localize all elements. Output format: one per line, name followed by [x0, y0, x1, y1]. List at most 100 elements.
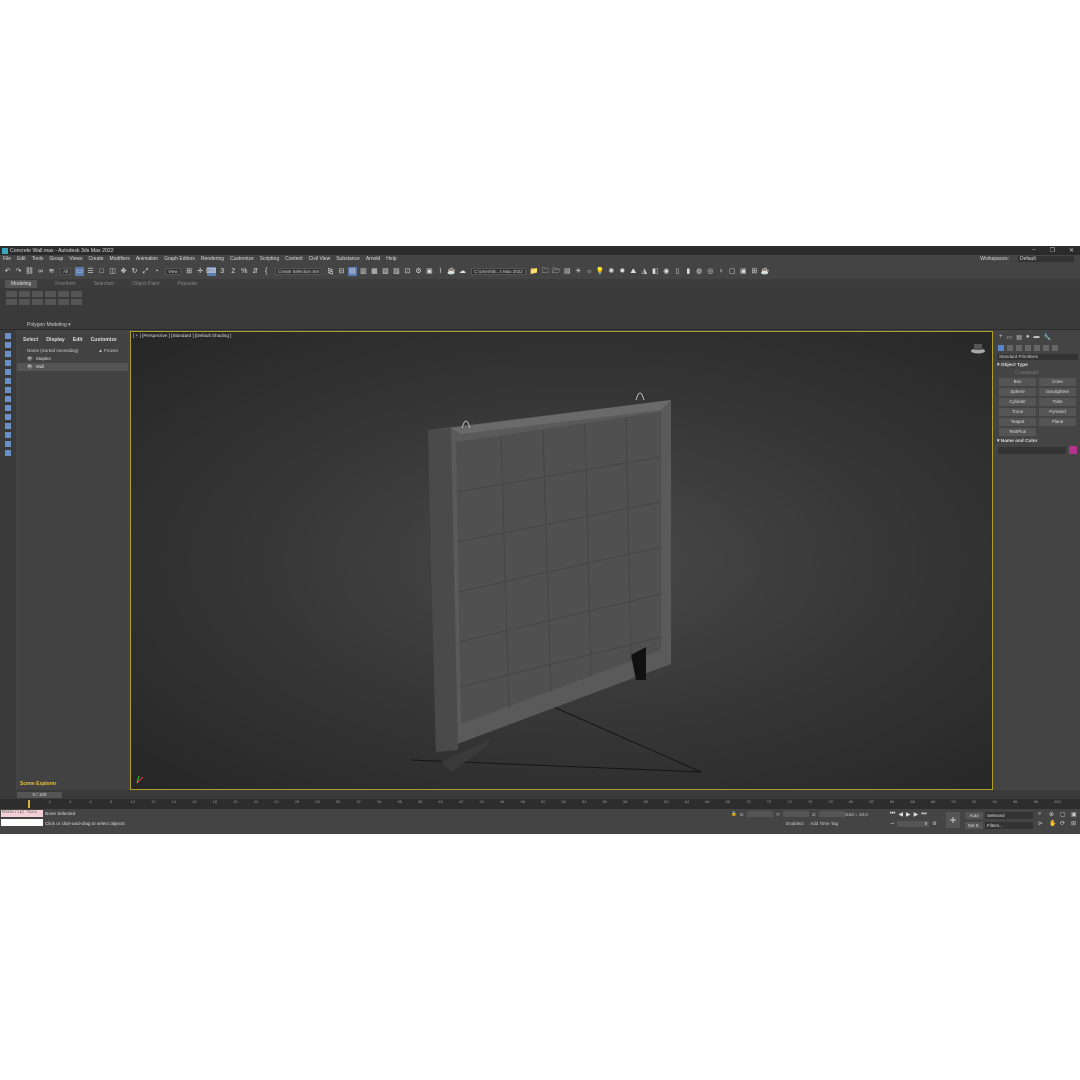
keyboard-shortcut-override-icon[interactable]: ⌨	[206, 266, 216, 276]
link-icon[interactable]: ⛓	[25, 267, 34, 276]
auto-key-button[interactable]: Auto	[965, 812, 983, 819]
zoom-all-icon[interactable]: ⊕	[1049, 811, 1058, 818]
menu-views[interactable]: Views	[69, 256, 82, 262]
render-production-icon[interactable]: ⌇	[436, 267, 445, 276]
select-manipulate-icon[interactable]: ✛	[196, 267, 205, 276]
rotate-icon[interactable]: ↻	[130, 267, 139, 276]
menu-modifiers[interactable]: Modifiers	[110, 256, 130, 262]
teapot-button[interactable]: Teapot	[999, 418, 1036, 426]
strip-icon[interactable]	[5, 396, 11, 402]
object-color-swatch[interactable]	[1069, 446, 1077, 454]
spinner-snap-icon[interactable]: ⇵	[251, 267, 260, 276]
arnold-atmosphere-icon[interactable]: ⛰	[629, 267, 638, 276]
selection-filter-dropdown[interactable]: All	[60, 267, 72, 275]
ribbon-tool-button[interactable]	[19, 299, 30, 305]
reference-coordinate-dropdown[interactable]: View	[165, 267, 181, 275]
set-key-icon[interactable]: +	[946, 812, 960, 828]
strip-icon[interactable]	[5, 432, 11, 438]
tube-button[interactable]: Tube	[1039, 398, 1076, 406]
close-button[interactable]: ✕	[1069, 247, 1074, 254]
cameras-icon[interactable]	[1025, 345, 1031, 351]
textplus-button[interactable]: TextPlus	[999, 428, 1036, 436]
y-coordinate-field[interactable]	[783, 811, 810, 817]
arnold-light-manager-icon[interactable]: ♀	[717, 267, 726, 276]
menu-substance[interactable]: Substance	[336, 256, 360, 262]
zoom-icon[interactable]: ⌕	[1038, 811, 1047, 818]
menu-file[interactable]: File	[3, 256, 11, 262]
select-by-name-icon[interactable]: ☰	[86, 267, 95, 276]
object-type-rollout[interactable]: ▾ Object Type	[997, 363, 1078, 368]
menu-content[interactable]: Content	[285, 256, 303, 262]
strip-icon[interactable]	[5, 351, 11, 357]
x-coordinate-field[interactable]	[747, 811, 774, 817]
ribbon-tool-button[interactable]	[32, 291, 43, 297]
cylinder-button[interactable]: Cylinder	[999, 398, 1036, 406]
project-folder-icon[interactable]: 🗀	[541, 267, 550, 276]
arnold-render-icon[interactable]: ☀	[574, 267, 583, 276]
render-in-cloud-icon[interactable]: ☁	[458, 267, 467, 276]
arnold-teapot-icon[interactable]: ☕	[761, 267, 770, 276]
menu-animation[interactable]: Animation	[136, 256, 158, 262]
strip-icon[interactable]	[5, 423, 11, 429]
pyramid-button[interactable]: Pyramid	[1039, 408, 1076, 416]
scene-row-wall[interactable]: 👁 Wall	[17, 363, 128, 371]
zoom-extents-all-icon[interactable]: ▣	[1071, 811, 1080, 818]
menu-arnold[interactable]: Arnold	[366, 256, 380, 262]
menu-group[interactable]: Group	[49, 256, 63, 262]
current-frame-field[interactable]: 0	[897, 821, 930, 827]
maxscript-listener[interactable]: MAXScript Mini	[1, 810, 43, 817]
ribbon-tool-button[interactable]	[58, 291, 69, 297]
scene-tab-edit[interactable]: Edit	[73, 337, 83, 343]
edit-named-selection-icon[interactable]: {	[262, 267, 271, 276]
tab-selection[interactable]: Selection	[94, 281, 115, 287]
ribbon-tool-button[interactable]	[45, 291, 56, 297]
bind-space-warp-icon[interactable]: ≋	[47, 267, 56, 276]
play-icon[interactable]: ▶	[906, 811, 911, 818]
arnold-light-icon[interactable]: 💡	[596, 267, 605, 276]
arnold-operator-icon[interactable]: ▮	[684, 267, 693, 276]
zoom-extents-icon[interactable]: ▢	[1060, 811, 1069, 818]
helpers-icon[interactable]	[1034, 345, 1040, 351]
primitive-type-dropdown[interactable]: Standard Primitives	[997, 354, 1078, 360]
arnold-shape-icon[interactable]: ◮	[640, 267, 649, 276]
torus-button[interactable]: Torus	[999, 408, 1036, 416]
menu-create[interactable]: Create	[89, 256, 104, 262]
menu-tools[interactable]: Tools	[32, 256, 44, 262]
maxscript-output[interactable]	[1, 819, 43, 826]
strip-icon[interactable]	[5, 414, 11, 420]
move-icon[interactable]: ✥	[119, 267, 128, 276]
save-folder-icon[interactable]: ▤	[563, 267, 572, 276]
asset-folder-icon[interactable]: 🗁	[552, 267, 561, 276]
arnold-material-icon[interactable]: ◍	[695, 267, 704, 276]
geosphere-button[interactable]: GeoSphere	[1039, 388, 1076, 396]
menu-customize[interactable]: Customize	[230, 256, 254, 262]
pivot-center-icon[interactable]: ⊞	[185, 267, 194, 276]
shapes-icon[interactable]	[1007, 345, 1013, 351]
workspace-dropdown[interactable]: Default	[1018, 256, 1074, 262]
z-coordinate-field[interactable]	[819, 811, 846, 817]
arnold-render-view-icon[interactable]: ▢	[728, 267, 737, 276]
arnold-procedural-icon[interactable]: ◉	[662, 267, 671, 276]
space-warps-icon[interactable]	[1043, 345, 1049, 351]
snaps-toggle-icon[interactable]: 3	[218, 267, 227, 276]
scene-tab-select[interactable]: Select	[23, 337, 38, 343]
orbit-icon[interactable]: ⟳	[1060, 820, 1069, 827]
modify-tab-icon[interactable]: ▭	[1007, 334, 1013, 341]
arnold-map-icon[interactable]: ◎	[706, 267, 715, 276]
time-config-icon[interactable]: ⚙	[932, 821, 936, 827]
scene-explorer-label[interactable]: Scene Explorer	[20, 781, 56, 787]
previous-frame-icon[interactable]: ◀	[898, 811, 903, 818]
scene-explorer-toggle-icon[interactable]: ▤	[347, 266, 357, 276]
strip-icon[interactable]	[5, 450, 11, 456]
next-frame-icon[interactable]: ▶	[914, 811, 919, 818]
window-crossing-icon[interactable]: ◫	[108, 267, 117, 276]
menu-rendering[interactable]: Rendering	[201, 256, 224, 262]
name-and-color-rollout[interactable]: ▾ Name and Color	[997, 439, 1078, 444]
concrete-wall-model[interactable]	[131, 332, 994, 791]
plane-button[interactable]: Plane	[1039, 418, 1076, 426]
ribbon-tool-button[interactable]	[58, 299, 69, 305]
visibility-eye-icon[interactable]: 👁	[27, 364, 33, 370]
systems-icon[interactable]	[1052, 345, 1058, 351]
arnold-license-icon[interactable]: ▣	[739, 267, 748, 276]
frozen-column-header[interactable]: ▲ Frozen	[98, 348, 118, 353]
